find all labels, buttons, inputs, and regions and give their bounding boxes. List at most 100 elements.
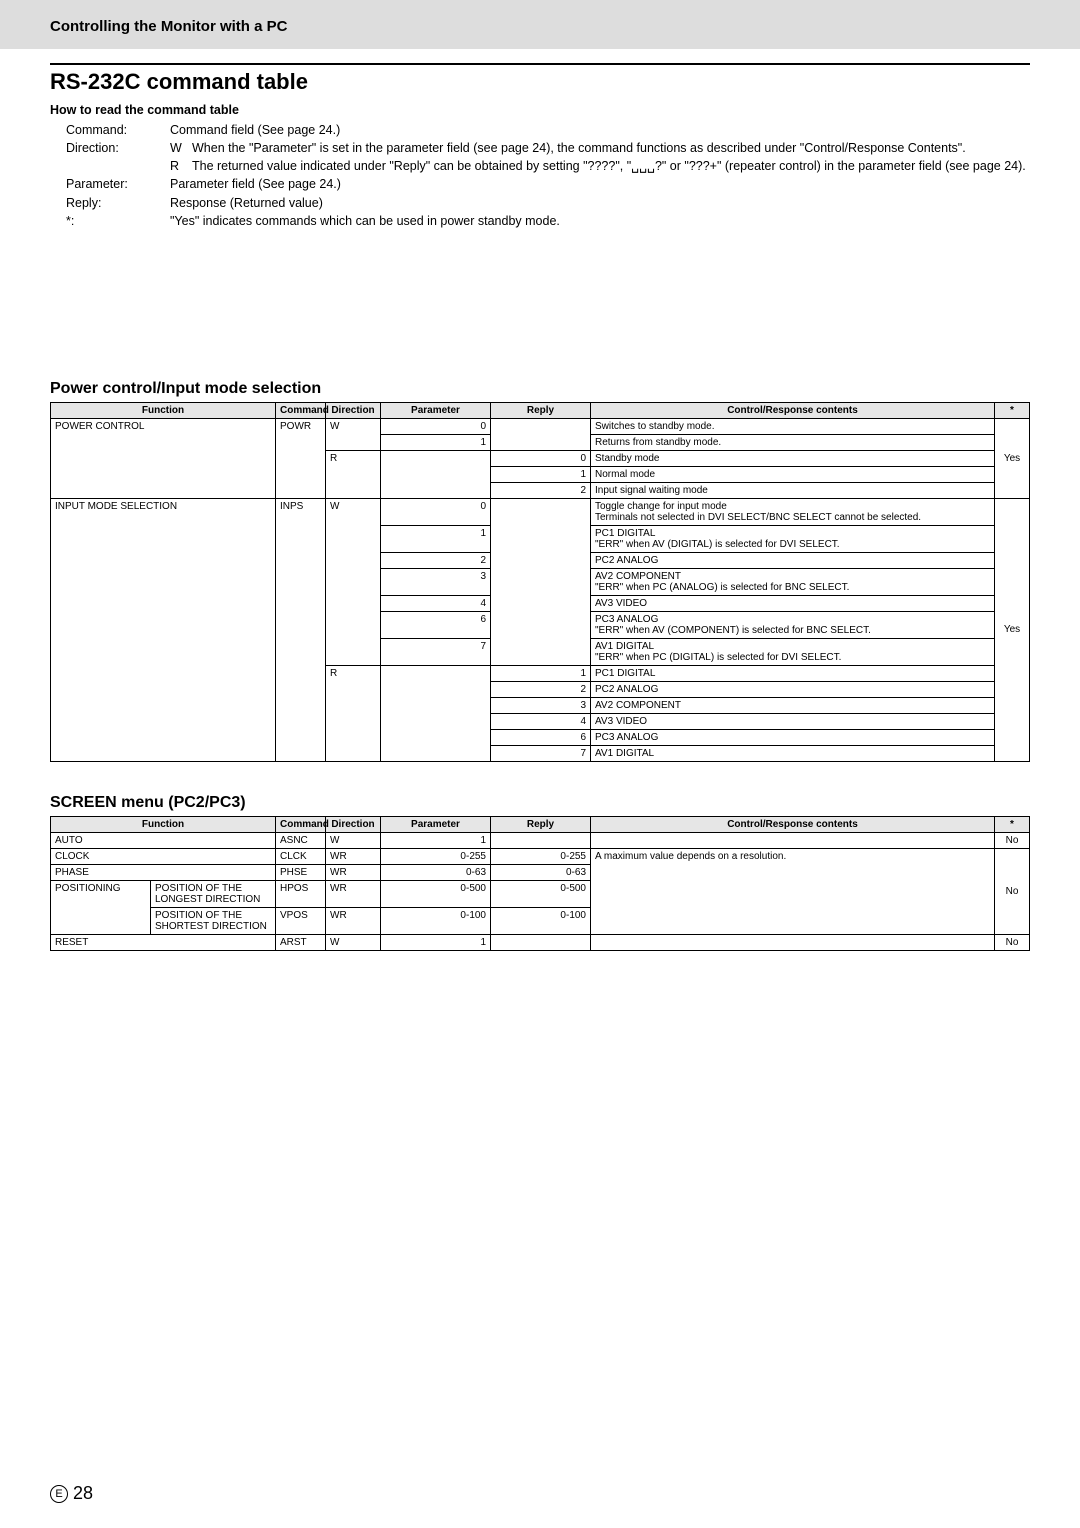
cell-desc: Standby mode [591, 450, 995, 466]
cell-function: PHASE [51, 864, 276, 880]
th-reply: Reply [491, 816, 591, 832]
th-function: Function [51, 402, 276, 418]
th-star: * [995, 816, 1030, 832]
def-label: Parameter: [50, 175, 170, 193]
cell-desc: AV1 DIGITAL "ERR" when PC (DIGITAL) is s… [591, 638, 995, 665]
cell-direction: WR [326, 848, 381, 864]
th-desc: Control/Response contents [591, 816, 995, 832]
cell-desc: PC1 DIGITAL [591, 665, 995, 681]
cell-star: Yes [995, 498, 1030, 761]
cell-direction: WR [326, 907, 381, 934]
cell-reply: 1 [491, 665, 591, 681]
table-header-row: Function Command Direction Parameter Rep… [51, 402, 1030, 418]
howto-defs: Command: Command field (See page 24.) Di… [50, 121, 1030, 230]
header-title: Controlling the Monitor with a PC [50, 18, 1030, 35]
def-sub-lead: W [170, 139, 192, 157]
th-direction: Direction [326, 816, 381, 832]
cell-parameter: 0 [381, 418, 491, 434]
cell-reply [491, 832, 591, 848]
cell-function: AUTO [51, 832, 276, 848]
main-title: RS-232C command table [50, 69, 1030, 95]
divider [50, 63, 1030, 65]
screen-section-heading: SCREEN menu (PC2/PC3) [50, 794, 1030, 812]
cell-direction: WR [326, 880, 381, 907]
cell-reply: 3 [491, 697, 591, 713]
cell-command: VPOS [276, 907, 326, 934]
cell-desc: AV2 COMPONENT "ERR" when PC (ANALOG) is … [591, 568, 995, 595]
cell-desc: AV3 VIDEO [591, 713, 995, 729]
def-sub: W When the "Parameter" is set in the par… [170, 139, 1030, 157]
cell-parameter: 0-500 [381, 880, 491, 907]
th-parameter: Parameter [381, 402, 491, 418]
def-sub-text: The returned value indicated under "Repl… [192, 157, 1030, 175]
cell-parameter: 2 [381, 552, 491, 568]
cell-reply: 0-255 [491, 848, 591, 864]
cell-command: INPS [276, 498, 326, 761]
cell-desc: AV2 COMPONENT [591, 697, 995, 713]
cell-star: No [995, 832, 1030, 848]
cell-direction: R [326, 450, 381, 498]
cell-reply: 0-100 [491, 907, 591, 934]
cell-function-sub: POSITION OF THE LONGEST DIRECTION [151, 880, 276, 907]
def-value: "Yes" indicates commands which can be us… [170, 212, 1030, 230]
th-command: Command [276, 816, 326, 832]
cell-command: ASNC [276, 832, 326, 848]
cell-function: POWER CONTROL [51, 418, 276, 498]
cell-direction: W [326, 934, 381, 950]
cell-desc: PC2 ANALOG [591, 681, 995, 697]
cell-reply: 2 [491, 482, 591, 498]
howto-heading: How to read the command table [50, 103, 1030, 117]
cell-parameter: 0-100 [381, 907, 491, 934]
cell-desc: PC3 ANALOG [591, 729, 995, 745]
cell-reply [491, 498, 591, 665]
cell-star: Yes [995, 418, 1030, 498]
def-value: W When the "Parameter" is set in the par… [170, 139, 1030, 175]
cell-parameter: 6 [381, 611, 491, 638]
cell-reply: 6 [491, 729, 591, 745]
cell-parameter: 3 [381, 568, 491, 595]
def-sub-lead: R [170, 157, 192, 175]
cell-desc: Switches to standby mode. [591, 418, 995, 434]
header-band: Controlling the Monitor with a PC [0, 0, 1080, 49]
cell-direction: W [326, 498, 381, 665]
cell-reply [491, 934, 591, 950]
cell-direction: WR [326, 864, 381, 880]
cell-function: RESET [51, 934, 276, 950]
th-reply: Reply [491, 402, 591, 418]
cell-reply: 7 [491, 745, 591, 761]
def-label: Direction: [50, 139, 170, 175]
cell-function: INPUT MODE SELECTION [51, 498, 276, 761]
cell-function: POSITIONING [51, 880, 151, 934]
cell-parameter: 0-255 [381, 848, 491, 864]
cell-direction: R [326, 665, 381, 761]
def-label: *: [50, 212, 170, 230]
def-value: Parameter field (See page 24.) [170, 175, 1030, 193]
cell-desc: Toggle change for input mode Terminals n… [591, 498, 995, 525]
cell-command: PHSE [276, 864, 326, 880]
th-function: Function [51, 816, 276, 832]
cell-desc: AV1 DIGITAL [591, 745, 995, 761]
table-row: RESET ARST W 1 No [51, 934, 1030, 950]
cell-parameter: 1 [381, 434, 491, 450]
def-row: Command: Command field (See page 24.) [50, 121, 1030, 139]
def-row: Direction: W When the "Parameter" is set… [50, 139, 1030, 175]
cell-desc: AV3 VIDEO [591, 595, 995, 611]
cell-desc: A maximum value depends on a resolution. [591, 848, 995, 934]
def-value: Command field (See page 24.) [170, 121, 1030, 139]
cell-function: CLOCK [51, 848, 276, 864]
cell-function-sub: POSITION OF THE SHORTEST DIRECTION [151, 907, 276, 934]
cell-parameter: 1 [381, 832, 491, 848]
cell-desc: Returns from standby mode. [591, 434, 995, 450]
def-label: Reply: [50, 194, 170, 212]
cell-desc: PC1 DIGITAL "ERR" when AV (DIGITAL) is s… [591, 525, 995, 552]
cell-parameter: 1 [381, 934, 491, 950]
cell-reply: 2 [491, 681, 591, 697]
cell-star: No [995, 934, 1030, 950]
table-row: POWER CONTROL POWR W 0 Switches to stand… [51, 418, 1030, 434]
cell-reply: 1 [491, 466, 591, 482]
def-sub-text: When the "Parameter" is set in the param… [192, 139, 1030, 157]
cell-parameter: 1 [381, 525, 491, 552]
cell-desc: PC2 ANALOG [591, 552, 995, 568]
cell-command: POWR [276, 418, 326, 498]
cell-direction: W [326, 832, 381, 848]
